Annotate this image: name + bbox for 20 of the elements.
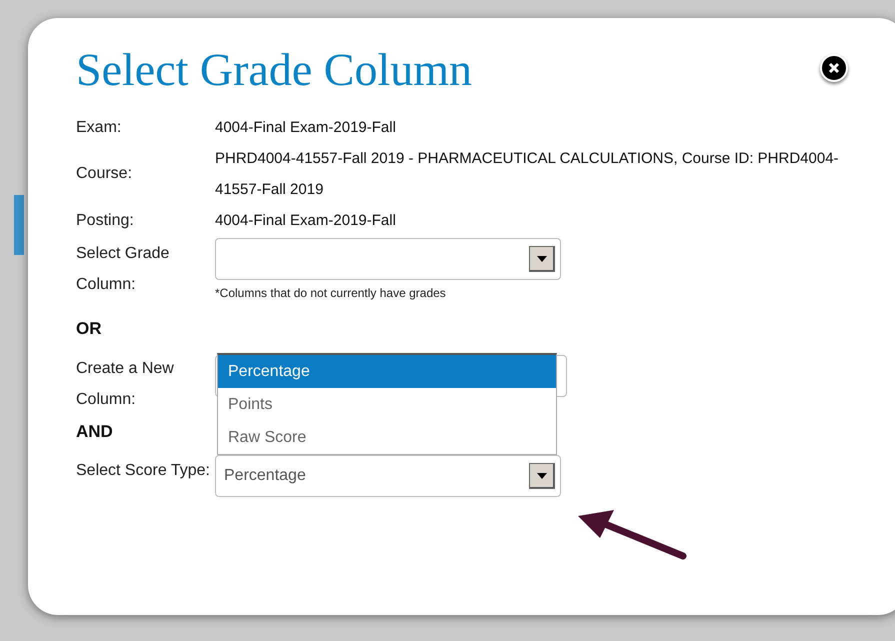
dialog-title: Select Grade Column <box>76 43 472 97</box>
field-value: PHRD4004-41557-Fall 2019 - PHARMACEUTICAL CALCULATIONS, Course ID: PHRD4004-41557-Fall 2019 <box>214 148 840 200</box>
dropdown-option[interactable]: Percentage <box>218 354 556 388</box>
score-type-select[interactable]: Percentage <box>215 454 561 497</box>
field-value: 4004-Final Exam-2019-Fall <box>214 210 397 231</box>
field-label: Exam: <box>76 118 122 138</box>
field-label: Create a New Column: <box>76 359 175 410</box>
close-button[interactable] <box>820 54 848 82</box>
close-icon <box>828 62 840 74</box>
field-value: 4004-Final Exam-2019-Fall <box>214 118 397 138</box>
section-heading: OR <box>76 318 102 340</box>
field-note: *Columns that do not currently have grades <box>215 284 447 302</box>
field-label: Course: <box>76 164 134 184</box>
dropdown-option[interactable]: Raw Score <box>218 420 556 454</box>
dropdown-option[interactable]: Points <box>218 388 556 421</box>
section-heading: AND <box>76 421 113 444</box>
field-label: Posting: <box>76 210 135 231</box>
field-label: Select Grade Column: <box>76 244 170 295</box>
select-value: Percentage <box>224 466 306 486</box>
field-label: Select Score Type: <box>76 460 211 481</box>
